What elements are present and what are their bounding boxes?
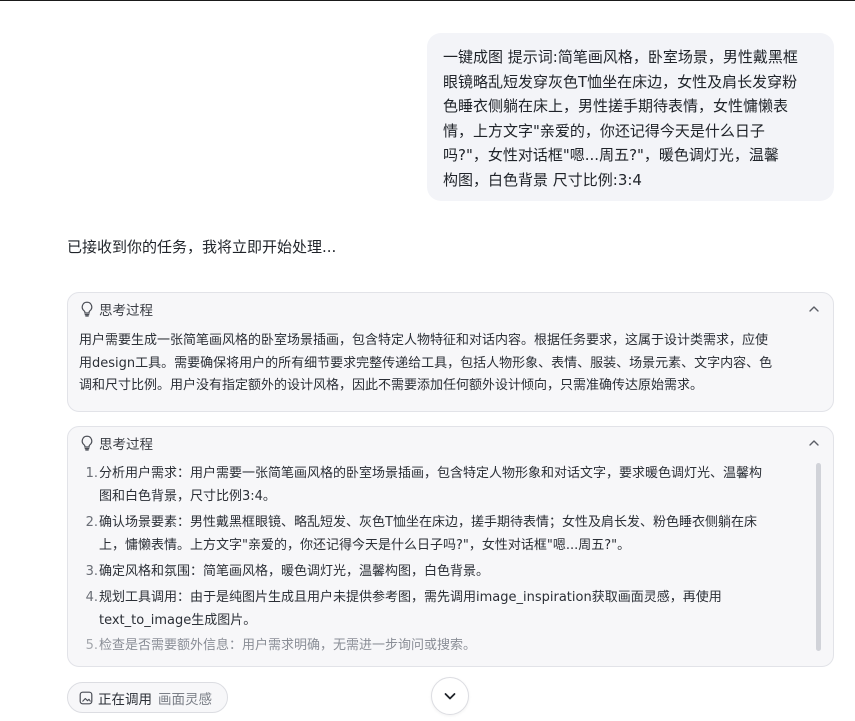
- step-text-line: 确定风格和氛围：简笔画风格，暖色调灯光，温馨构图，白色背景。: [99, 564, 490, 579]
- step-text-line: 确认场景要素：男性戴黑框眼镜、略乱短发、灰色T恤坐在床边，搓手期待表情；女性及肩…: [99, 515, 757, 530]
- thinking-card-2: 思考过程 1. 分析用户需求：用户需要一张简笔画风格的卧室场景插画，包含特定人物…: [67, 426, 834, 667]
- thinking-card-title: 思考过程: [99, 437, 153, 453]
- thinking-card-header[interactable]: 思考过程: [80, 300, 153, 319]
- tool-call-status-text: 正在调用: [98, 691, 152, 708]
- thinking-scrollbar[interactable]: [816, 463, 821, 651]
- user-message-line: 情，上方文字"亲爱的，你还记得今天是什么日子: [443, 121, 765, 140]
- step-text-line: 规划工具调用：由于是纯图片生成且用户未提供参考图，需先调用image_inspi…: [99, 590, 722, 605]
- collapse-chevron-up-icon[interactable]: [807, 436, 821, 450]
- top-divider: [0, 0, 855, 1]
- scroll-to-bottom-button[interactable]: [431, 677, 469, 715]
- user-message-line: 一键成图 提示词:简笔画风格，卧室场景，男性戴黑框: [443, 48, 798, 66]
- user-message-line: 色睡衣侧躺在床上，男性搓手期待表情，女性慵懒表: [443, 97, 789, 115]
- thinking-steps-scroll-area[interactable]: 1. 分析用户需求：用户需要一张简笔画风格的卧室场景插画，包含特定人物形象和对话…: [68, 463, 823, 653]
- image-icon: [79, 691, 93, 705]
- collapse-chevron-up-icon[interactable]: [807, 302, 821, 316]
- lightbulb-icon: [80, 435, 94, 451]
- assistant-ack-text: 已接收到你的任务，我将立即开始处理...: [67, 238, 337, 256]
- user-message-line: 吗?"，女性对话框"嗯...周五?"，暖色调灯光，温馨: [443, 146, 779, 164]
- step-number: 5.: [85, 638, 98, 653]
- user-message-line: 眼镜略乱短发穿灰色T恤坐在床边，女性及肩长发穿粉: [443, 72, 798, 91]
- step-number: 3.: [85, 564, 98, 579]
- step-text-line: 上，慵懒表情。上方文字"亲爱的，你还记得今天是什么日子吗?"，女性对话框"嗯..…: [99, 537, 631, 553]
- lightbulb-icon: [80, 301, 94, 317]
- step-number: 1.: [85, 466, 98, 481]
- thinking-card-body: 用户需要生成一张简笔画风格的卧室场景插画，包含特定人物特征和对话内容。根据任务要…: [79, 330, 772, 398]
- thinking-text-line: 用design工具。需要确保将用户的所有细节要求完整传递给工具，包括人物形象、表…: [79, 355, 773, 371]
- step-text-line: 图和白色背景，尺寸比例3:4。: [99, 488, 276, 504]
- thinking-card-title: 思考过程: [99, 303, 153, 319]
- step-text-line: 检查是否需要额外信息：用户需求明确，无需进一步询问或搜索。: [99, 638, 477, 653]
- step-number: 2.: [85, 515, 98, 530]
- user-message-bubble: 一键成图 提示词:简笔画风格，卧室场景，男性戴黑框 眼镜略乱短发穿灰色T恤坐在床…: [427, 33, 834, 201]
- step-text-line: 分析用户需求：用户需要一张简笔画风格的卧室场景插画，包含特定人物形象和对话文字，…: [99, 466, 763, 481]
- thinking-card-header[interactable]: 思考过程: [80, 434, 153, 453]
- thinking-text-line: 用户需要生成一张简笔画风格的卧室场景插画，包含特定人物特征和对话内容。根据任务要…: [79, 333, 769, 348]
- step-text-line: text_to_image生成图片。: [99, 612, 257, 628]
- tool-call-name: 画面灵感: [158, 691, 212, 708]
- user-message-line: 构图，白色背景 尺寸比例:3:4: [443, 170, 642, 189]
- tool-call-status[interactable]: 正在调用 画面灵感: [67, 682, 228, 713]
- thinking-text-line: 调和尺寸比例。用户没有指定额外的设计风格，因此不需要添加任何额外设计倾向，只需准…: [79, 378, 704, 393]
- step-number: 4.: [85, 590, 98, 605]
- thinking-card-1: 思考过程 用户需要生成一张简笔画风格的卧室场景插画，包含特定人物特征和对话内容。…: [67, 292, 834, 412]
- chevron-down-icon: [442, 688, 458, 704]
